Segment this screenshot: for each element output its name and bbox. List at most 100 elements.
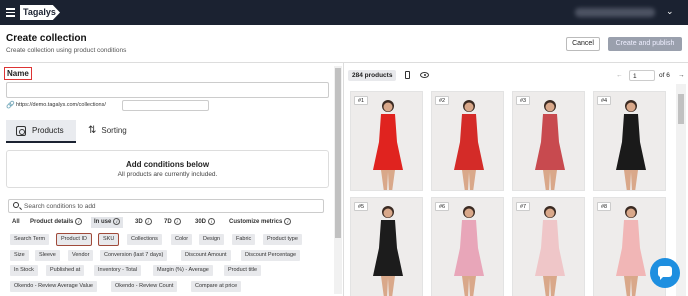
filter-30d[interactable]: 30D i [195, 217, 216, 228]
scrollbar-thumb[interactable] [335, 68, 341, 238]
page-subtitle: Create collection using product conditio… [6, 47, 127, 54]
header-divider [0, 62, 688, 63]
conditions-box: Add conditions below All products are cu… [6, 150, 329, 188]
sort-arrows-icon: ⇅ [88, 125, 97, 136]
chip-vendor[interactable]: Vendor [68, 250, 94, 261]
product-rank: #1 [354, 96, 369, 105]
product-rank: #5 [354, 202, 369, 211]
product-rank: #8 [597, 202, 612, 211]
filter-3d-label: 3D [135, 219, 143, 225]
chip-okendo-review-count[interactable]: Okendo - Review Count [111, 281, 178, 292]
chevron-down-icon[interactable]: ⌄ [666, 6, 674, 17]
search-placeholder: Search conditions to add [24, 203, 96, 210]
product-rank: #4 [597, 96, 612, 105]
product-card[interactable]: #2 [431, 91, 504, 191]
url-slug-input[interactable] [122, 100, 209, 111]
chip-color[interactable]: Color [171, 234, 193, 245]
scrollbar-thumb[interactable] [678, 94, 684, 124]
chip-product-id[interactable]: Product ID [56, 233, 92, 246]
tagalys-logo[interactable]: Tagalys [20, 5, 60, 20]
condition-search-input[interactable]: Search conditions to add [8, 199, 324, 213]
product-image [616, 100, 646, 190]
top-bar: Tagalys ⌄ [0, 0, 688, 25]
info-icon[interactable]: i [284, 217, 292, 225]
panel-divider [343, 63, 344, 296]
product-image [535, 206, 565, 296]
filter-in-use-label: In use [94, 219, 112, 225]
arrow-left-icon[interactable]: ← [616, 70, 623, 81]
url-prefix: https://demo.tagalys.com/collections/ [16, 102, 106, 108]
tab-sorting[interactable]: ⇅ Sorting [88, 120, 127, 143]
product-card[interactable]: #7 [512, 197, 585, 296]
chip-in-stock[interactable]: In Stock [10, 265, 38, 276]
chip-search-term[interactable]: Search Term [10, 234, 50, 245]
product-image [373, 206, 403, 296]
product-card[interactable]: #5 [350, 197, 423, 296]
product-scan-icon [16, 126, 26, 136]
chat-support-icon[interactable] [650, 258, 680, 288]
product-count-badge: 284 products [348, 70, 397, 81]
product-card[interactable]: #4 [593, 91, 666, 191]
filter-product-details-label: Product details [30, 219, 74, 225]
hamburger-icon[interactable] [6, 8, 15, 17]
filter-all[interactable]: All [12, 217, 20, 228]
collection-name-input[interactable] [6, 82, 329, 98]
chip-product-title[interactable]: Product title [224, 265, 262, 276]
chip-product-type[interactable]: Product type [263, 234, 302, 245]
chip-okendo-review-average[interactable]: Okendo - Review Average Value [10, 281, 97, 292]
info-icon[interactable]: i [75, 217, 83, 225]
chip-margin-average[interactable]: Margin (%) - Average [153, 265, 213, 276]
link-icon: 🔗 [6, 102, 15, 109]
filter-7d[interactable]: 7D i [164, 217, 181, 228]
product-image [454, 206, 484, 296]
panel-tabs: Products ⇅ Sorting [6, 120, 329, 143]
chip-sleeve[interactable]: Sleeve [35, 250, 60, 261]
filter-30d-label: 30D [195, 219, 207, 225]
chip-size[interactable]: Size [10, 250, 29, 261]
product-card[interactable]: #1 [350, 91, 423, 191]
chip-published-at[interactable]: Published at [46, 265, 85, 276]
left-panel-scrollbar[interactable] [334, 66, 342, 294]
mobile-preview-icon[interactable] [405, 71, 410, 79]
account-info-blurred[interactable] [575, 8, 655, 17]
page-number-input[interactable]: 1 [629, 70, 655, 81]
chip-compare-at-price[interactable]: Compare at price [191, 281, 242, 292]
conditions-subtitle: All products are currently included. [117, 171, 218, 178]
product-card[interactable]: #3 [512, 91, 585, 191]
filter-customize-metrics[interactable]: Customize metrics i [229, 217, 292, 228]
chip-discount-amount[interactable]: Discount Amount [181, 250, 231, 261]
search-icon [13, 202, 19, 208]
cancel-button[interactable]: Cancel [566, 37, 600, 51]
info-icon[interactable]: i [144, 217, 152, 225]
chip-fabric[interactable]: Fabric [232, 234, 256, 245]
filter-product-details[interactable]: Product details i [30, 217, 83, 228]
page-title: Create collection [6, 33, 87, 44]
product-image [454, 100, 484, 190]
tab-products[interactable]: Products [6, 120, 76, 143]
chip-design[interactable]: Design [199, 234, 225, 245]
filter-3d[interactable]: 3D i [135, 217, 152, 228]
product-rank: #2 [435, 96, 450, 105]
create-and-publish-button[interactable]: Create and publish [608, 37, 682, 51]
filter-in-use[interactable]: In use i [91, 217, 124, 228]
conditions-title: Add conditions below [125, 160, 210, 169]
info-icon[interactable]: i [173, 217, 181, 225]
product-image [535, 100, 565, 190]
info-icon[interactable]: i [113, 217, 121, 225]
chip-sku[interactable]: SKU [97, 233, 120, 246]
tab-sorting-label: Sorting [101, 126, 127, 135]
page-total: of 6 [659, 72, 670, 79]
chip-inventory-total[interactable]: Inventory - Total [94, 265, 142, 276]
product-image [373, 100, 403, 190]
chip-discount-percentage[interactable]: Discount Percentage [241, 250, 301, 261]
arrow-right-icon[interactable]: → [678, 70, 685, 81]
chip-collections[interactable]: Collections [127, 234, 162, 245]
product-card[interactable]: #6 [431, 197, 504, 296]
info-icon[interactable]: i [208, 217, 216, 225]
product-rank: #7 [516, 202, 531, 211]
product-rank: #3 [516, 96, 531, 105]
product-rank: #6 [435, 202, 450, 211]
eye-icon[interactable] [420, 72, 429, 78]
filter-7d-label: 7D [164, 219, 172, 225]
chip-conversion[interactable]: Conversion (last 7 days) [100, 250, 168, 261]
